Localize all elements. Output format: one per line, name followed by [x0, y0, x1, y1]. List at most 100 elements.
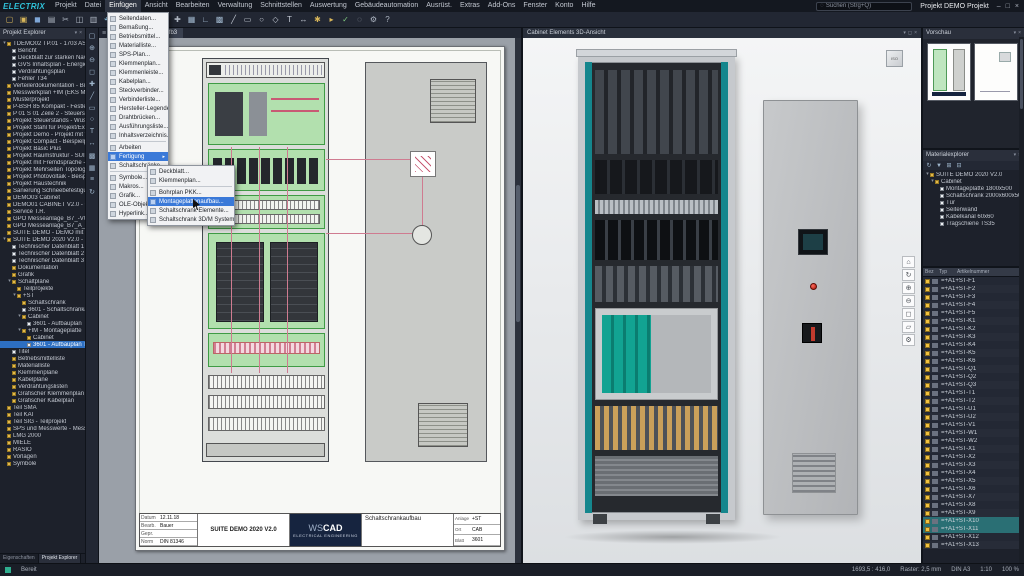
context-menu-item[interactable]: Betriebsmittel...	[108, 32, 168, 41]
door-display-unit[interactable]	[798, 229, 828, 255]
preview-thumbnail-2[interactable]	[974, 43, 1018, 101]
tree-item[interactable]: RASIO	[0, 446, 85, 453]
collapse-all-icon[interactable]: ⊟	[955, 162, 963, 170]
context-menu-item[interactable]: SPS-Plan...	[108, 50, 168, 59]
text-icon[interactable]: T	[283, 13, 296, 26]
ortho-icon[interactable]: ∟	[199, 13, 212, 26]
context-menu-item[interactable]: Materialliste...	[108, 41, 168, 50]
context-menu-item[interactable]: Klemmenplan...	[148, 176, 234, 185]
parts-row[interactable]: =+A1+ST-X12	[923, 533, 1019, 541]
context-menu-item[interactable]: Hersteller-Legende...	[108, 104, 168, 113]
parts-scrollbar[interactable]	[1019, 268, 1024, 563]
context-menu-item[interactable]: Klemmenplan...	[108, 59, 168, 68]
tree-item[interactable]: ▾SUITE DEMO 2020 V2.0	[923, 171, 1024, 178]
parts-row[interactable]: =+A1+ST-F3	[923, 293, 1019, 301]
cabinet-top-rail[interactable]	[206, 62, 325, 78]
parts-row[interactable]: =+A1+ST-X7	[923, 493, 1019, 501]
door-device[interactable]	[410, 151, 436, 177]
search-icon[interactable]: ◌	[353, 13, 366, 26]
context-menu-item[interactable]: Kabelplan...	[108, 77, 168, 86]
layers-icon[interactable]: ▩	[213, 13, 226, 26]
print-icon[interactable]: ▤	[45, 13, 58, 26]
maximize-icon[interactable]: ◻	[908, 28, 912, 38]
context-menu-item[interactable]: Drahtbrücken...	[108, 113, 168, 122]
settings-icon[interactable]: ⚙	[367, 13, 380, 26]
tree-item[interactable]: Projekt mit Fremdsprache - Beispiele CAD…	[0, 159, 85, 166]
tree-item[interactable]: 3601 - Aufbauplan Türblatt	[0, 341, 85, 348]
plc-unit[interactable]	[595, 308, 718, 400]
tree-item[interactable]: Projekt Basic Plus	[0, 145, 85, 152]
menu-fenster[interactable]: Fenster	[519, 0, 551, 12]
tree-item[interactable]: Projekt Photovoltaik - Beispielprojekt P…	[0, 173, 85, 180]
menu-schnittstellen[interactable]: Schnittstellen	[256, 0, 306, 12]
tree-item[interactable]: ▾+IM - Montageplatte	[0, 327, 85, 334]
chevron-down-icon[interactable]: ▾	[903, 28, 906, 38]
tree-item[interactable]: Grafischer Kabelplan	[0, 397, 85, 404]
tree-item[interactable]: Projekt Mehrseiten Topologie	[0, 166, 85, 173]
parts-row[interactable]: =+A1+ST-X8	[923, 501, 1019, 509]
rectangle-icon[interactable]: ▭	[241, 13, 254, 26]
cabinet-base[interactable]	[206, 443, 325, 457]
parts-row[interactable]: =+A1+ST-Q3	[923, 381, 1019, 389]
context-menu-item[interactable]: Inhaltsverzeichnis...	[108, 131, 168, 140]
menu-extras[interactable]: Extras	[456, 0, 484, 12]
terminal-strip-3d[interactable]	[595, 200, 718, 214]
tree-item[interactable]: Projekt Demo - Projekt mit WSCAD SUITE B…	[0, 131, 85, 138]
tree-item[interactable]: Bericht	[0, 47, 85, 54]
menu-hilfe[interactable]: Hilfe	[577, 0, 599, 12]
grid-icon[interactable]: ▦	[185, 13, 198, 26]
tree-item[interactable]: Technischer Datenblatt 3	[0, 257, 85, 264]
tree-item[interactable]: Teil SMA	[0, 404, 85, 411]
expand-all-icon[interactable]: ⊞	[945, 162, 953, 170]
tree-item[interactable]: Tür	[923, 199, 1024, 206]
circle-icon[interactable]: ○	[87, 114, 98, 125]
context-menu-item[interactable]: Montageplattenaufbau...	[148, 197, 234, 206]
tree-item[interactable]: ▾Cabinet	[0, 313, 85, 320]
parts-row[interactable]: =+A1+ST-F5	[923, 309, 1019, 317]
refresh-icon[interactable]: ↻	[925, 162, 933, 170]
tree-item[interactable]: Sanierung Schneebefestigungsanlage - Auf…	[0, 187, 85, 194]
maximize-button[interactable]: □	[1006, 3, 1010, 10]
tree-item[interactable]: Kabelkanal 60x60	[923, 213, 1024, 220]
tree-item[interactable]: GVS Inhaltsplan - Energieeinheiten	[0, 61, 85, 68]
column-header[interactable]: Bez	[925, 269, 937, 275]
tree-item[interactable]: Cabinet	[0, 334, 85, 341]
context-menu-item[interactable]: Ausführungsliste...	[108, 122, 168, 131]
terminal-row[interactable]	[208, 417, 325, 431]
tree-item[interactable]: P-BSH 85 Kompakt - Festlegungen EN 81346	[0, 103, 85, 110]
door-3d[interactable]	[763, 100, 858, 515]
tree-item[interactable]: MIELE	[0, 439, 85, 446]
menu-ausrüst.[interactable]: Ausrüst.	[422, 0, 456, 12]
menu-auswertung[interactable]: Auswertung	[306, 0, 351, 12]
tree-item[interactable]: Musterprojekt	[0, 96, 85, 103]
parts-row[interactable]: =+A1+ST-X5	[923, 477, 1019, 485]
tree-item[interactable]: ▾+ST	[0, 292, 85, 299]
tree-item[interactable]: Messwerkplan +IM (EKS Mittelstands)	[0, 89, 85, 96]
refresh-icon[interactable]: ↻	[87, 186, 98, 197]
parts-row[interactable]: =+A1+ST-F2	[923, 285, 1019, 293]
bottom-terminals[interactable]	[595, 406, 718, 450]
tree-item[interactable]: Projekt Compact - Beispielprojekt SUITE …	[0, 138, 85, 145]
parts-row[interactable]: =+A1+ST-X13	[923, 541, 1019, 549]
tree-item[interactable]: Technischer Datenblatt 2	[0, 250, 85, 257]
tree-item[interactable]: Fehler T34	[0, 75, 85, 82]
preview-thumbnail-1[interactable]	[927, 43, 971, 101]
zoom-in-icon[interactable]: ⊕	[87, 42, 98, 53]
menu-datei[interactable]: Datei	[81, 0, 105, 12]
tree-item[interactable]: Teil SIG - Teilprojekt	[0, 418, 85, 425]
tree-item[interactable]: LMG 2000	[0, 432, 85, 439]
text-icon[interactable]: T	[87, 126, 98, 137]
context-menu-item[interactable]: Arbeiten	[108, 143, 168, 152]
contactor-row-3d[interactable]	[595, 220, 718, 260]
tree-item[interactable]: Verdrahtungslisten	[0, 383, 85, 390]
copy-icon[interactable]: ◫	[73, 13, 86, 26]
close-icon[interactable]: ×	[79, 28, 82, 39]
menu-einfügen[interactable]: Einfügen	[105, 0, 141, 12]
parts-row[interactable]: =+A1+ST-F4	[923, 301, 1019, 309]
section-icon[interactable]: ▱	[902, 321, 915, 333]
properties-icon[interactable]: ≡	[87, 174, 98, 185]
breaker-row[interactable]	[595, 160, 718, 194]
search-input[interactable]: ◌ Suchen (Strg+Q)	[816, 2, 912, 11]
parts-row[interactable]: =+A1+ST-F1	[923, 277, 1019, 285]
zoom-fit-icon[interactable]: ◻	[902, 308, 915, 320]
